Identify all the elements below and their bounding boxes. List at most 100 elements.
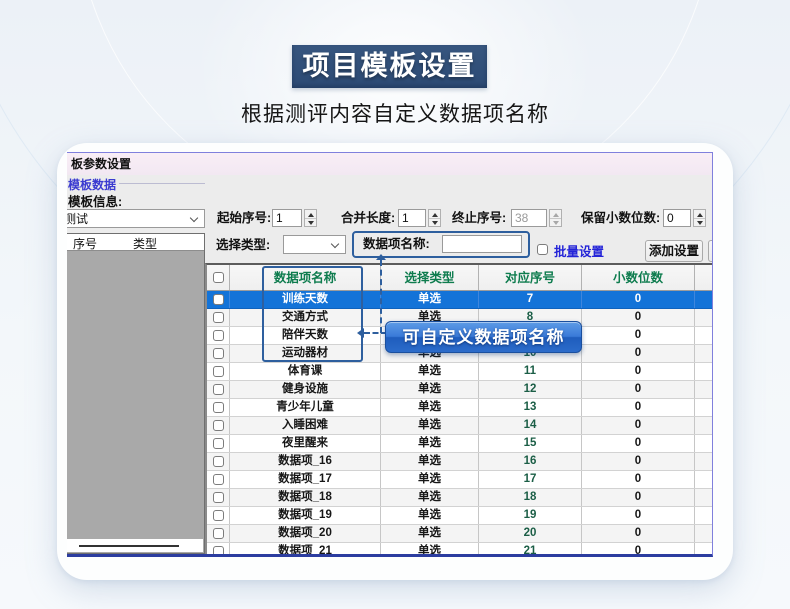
dialog-titlebar: 板参数设置 [67,153,712,175]
decimal-places-input[interactable] [663,209,691,227]
item-name-label: 数据项名称: [363,235,430,253]
table-row[interactable]: 青少年儿童 单选 13 0 [207,399,713,417]
table-row[interactable]: 夜里醒来 单选 15 0 [207,435,713,453]
cell-decimal: 0 [582,525,695,542]
cell-decimal: 0 [582,309,695,326]
chevron-down-icon [190,214,198,222]
select-type-dropdown[interactable] [283,235,346,254]
template-item-list[interactable]: 序号 类型 [67,233,205,554]
row-checkbox[interactable] [213,474,224,485]
template-info-label: 模板信息: [68,191,122,210]
row-checkbox[interactable] [213,312,224,323]
cell-decimal: 0 [582,453,695,470]
table-row[interactable]: 数据项_18 单选 18 0 [207,489,713,507]
cell-decimal: 0 [582,543,695,557]
table-row[interactable]: 训练天数 单选 7 0 [207,291,713,309]
row-checkbox[interactable] [213,402,224,413]
cell-name: 数据项_16 [230,453,381,470]
start-serial-input[interactable] [272,209,302,227]
list-col-serial: 序号 [73,235,97,252]
cell-extra [695,543,713,557]
cell-type: 单选 [381,471,479,488]
add-settings-button[interactable]: 添加设置 [645,240,703,262]
cell-name: 数据项_21 [230,543,381,557]
cell-extra [695,453,713,470]
table-row[interactable]: 入睡困难 单选 14 0 [207,417,713,435]
decimal-places-stepper[interactable] [693,209,706,227]
row-checkbox[interactable] [213,438,224,449]
connector-arrow-up-icon [376,254,386,260]
list-header: 序号 类型 [67,234,204,251]
template-select[interactable]: 测试 [67,209,205,228]
cell-type: 单选 [381,543,479,557]
cell-serial: 17 [479,471,582,488]
header-name: 数据项名称 [230,265,381,290]
cell-extra [695,435,713,452]
spin-down-icon [550,218,561,226]
connector-arrow-left-icon [357,328,364,338]
cell-type: 单选 [381,507,479,524]
modify-button[interactable]: 修改 [708,240,713,262]
merge-length-stepper[interactable] [428,209,441,227]
merge-length-input[interactable] [398,209,426,227]
row-checkbox[interactable] [213,366,224,377]
page-title: 项目模板设置 [292,45,487,88]
cell-decimal: 0 [582,345,695,362]
cell-name: 体育课 [230,363,381,380]
row-checkbox[interactable] [213,348,224,359]
cell-serial: 19 [479,507,582,524]
merge-length-label: 合并长度: [341,209,395,227]
table-row[interactable]: 体育课 单选 11 0 [207,363,713,381]
cell-name: 训练天数 [230,291,381,308]
cell-type: 单选 [381,291,479,308]
row-checkbox[interactable] [213,384,224,395]
cell-type: 单选 [381,453,479,470]
end-serial-label: 终止序号: [452,209,506,227]
list-hscrollbar[interactable] [67,539,203,552]
table-row[interactable]: 数据项_21 单选 21 0 [207,543,713,557]
spin-down-icon[interactable] [305,218,316,226]
row-checkbox[interactable] [213,330,224,341]
cell-serial: 7 [479,291,582,308]
cell-extra [695,525,713,542]
table-row[interactable]: 数据项_20 单选 20 0 [207,525,713,543]
table-row[interactable]: 数据项_19 单选 19 0 [207,507,713,525]
header-type: 选择类型 [381,265,479,290]
spin-down-icon[interactable] [429,218,440,226]
row-checkbox[interactable] [213,492,224,503]
item-name-input[interactable] [442,235,522,253]
spin-up-icon[interactable] [305,210,316,218]
row-checkbox[interactable] [213,420,224,431]
row-checkbox[interactable] [213,456,224,467]
cell-name: 数据项_17 [230,471,381,488]
cell-name: 数据项_20 [230,525,381,542]
start-serial-stepper[interactable] [304,209,317,227]
cell-serial: 21 [479,543,582,557]
annotation-callout: 可自定义数据项名称 [385,321,582,353]
cell-decimal: 0 [582,363,695,380]
cell-type: 单选 [381,417,479,434]
scrollbar-thumb[interactable] [79,545,179,547]
cell-name: 运动器材 [230,345,381,362]
table-row[interactable]: 数据项_16 单选 16 0 [207,453,713,471]
row-checkbox[interactable] [213,546,224,557]
spin-up-icon[interactable] [429,210,440,218]
batch-settings-checkbox[interactable] [537,244,548,255]
header-extra [695,265,713,290]
row-checkbox[interactable] [213,528,224,539]
dialog-body: 模板数据 模板信息: 测试 序号 类型 起始序号: 合并长度: [67,175,712,554]
batch-settings-label: 批量设置 [554,241,604,260]
spin-up-icon[interactable] [694,210,705,218]
select-all-checkbox[interactable] [213,272,224,283]
start-serial-label: 起始序号: [217,209,271,227]
row-checkbox[interactable] [213,510,224,521]
table-row[interactable]: 数据项_17 单选 17 0 [207,471,713,489]
cell-decimal: 0 [582,471,695,488]
cell-name: 数据项_19 [230,507,381,524]
table-row[interactable]: 健身设施 单选 12 0 [207,381,713,399]
row-checkbox[interactable] [213,294,224,305]
groupbox-border [107,183,205,184]
select-type-label: 选择类型: [216,236,270,254]
cell-extra [695,417,713,434]
spin-down-icon[interactable] [694,218,705,226]
